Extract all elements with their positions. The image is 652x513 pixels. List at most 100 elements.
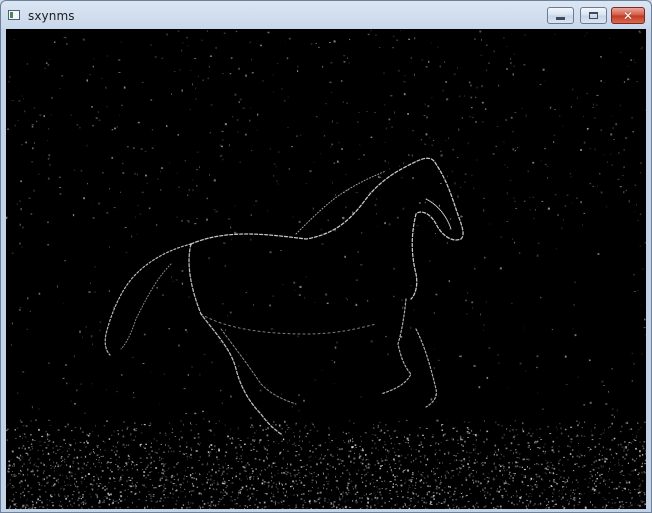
title-bar[interactable]: sxynms ✕ <box>1 1 651 29</box>
ground-speckle <box>394 504 397 506</box>
ground-speckle <box>531 486 533 488</box>
ground-speckle <box>375 447 377 449</box>
ground-speckle <box>379 467 382 470</box>
edge-speckle <box>340 80 343 82</box>
ground-speckle <box>167 479 169 481</box>
ground-speckle <box>82 431 84 433</box>
ground-speckle <box>18 447 20 449</box>
ground-speckle <box>499 485 501 488</box>
ground-speckle <box>622 456 624 458</box>
ground-speckle <box>165 476 168 478</box>
ground-speckle <box>527 485 529 487</box>
ground-speckle <box>475 504 477 506</box>
ground-speckle <box>503 434 505 436</box>
close-button[interactable]: ✕ <box>611 7 645 24</box>
ground-speckle <box>116 500 118 502</box>
edge-speckle <box>225 329 226 332</box>
ground-speckle <box>59 449 61 450</box>
edge-speckle <box>257 113 259 116</box>
ground-speckle <box>16 427 19 429</box>
edge-speckle <box>288 168 291 170</box>
ground-speckle <box>412 484 414 486</box>
ground-speckle <box>408 479 411 481</box>
app-window-icon[interactable] <box>8 10 20 20</box>
ground-speckle <box>386 430 389 432</box>
ground-speckle <box>470 493 472 494</box>
edge-speckle <box>596 94 599 96</box>
ground-speckle <box>327 449 329 451</box>
edge-speckle <box>592 185 594 187</box>
edge-speckle <box>608 391 609 393</box>
ground-speckle <box>13 475 16 477</box>
ground-speckle <box>605 458 607 460</box>
ground-speckle <box>91 506 93 508</box>
ground-speckle <box>118 456 120 458</box>
edge-speckle <box>97 111 99 114</box>
ground-speckle <box>527 446 530 449</box>
ground-speckle <box>253 478 254 480</box>
edge-speckle <box>178 186 180 188</box>
ground-speckle <box>190 424 193 426</box>
minimize-button[interactable] <box>547 7 574 24</box>
ground-speckle <box>544 472 546 474</box>
ground-speckle <box>621 470 623 472</box>
ground-speckle <box>36 469 39 472</box>
ground-speckle <box>568 476 570 479</box>
ground-speckle <box>159 459 161 461</box>
ground-speckle <box>187 458 188 460</box>
ground-speckle <box>136 506 138 508</box>
edge-speckle <box>594 117 596 119</box>
ground-speckle <box>620 473 622 475</box>
edge-speckle <box>630 59 632 61</box>
ground-speckle <box>222 496 223 497</box>
ground-speckle <box>396 503 398 505</box>
ground-speckle <box>153 487 155 489</box>
ground-speckle <box>99 483 102 485</box>
ground-speckle <box>252 487 255 490</box>
ground-speckle <box>240 446 242 448</box>
edge-speckle <box>433 348 435 350</box>
ground-speckle <box>290 475 292 477</box>
ground-speckle <box>220 491 222 493</box>
ground-speckle <box>400 464 402 466</box>
ground-speckle <box>406 497 409 499</box>
ground-speckle <box>450 477 452 479</box>
ground-speckle <box>414 488 417 489</box>
ground-speckle <box>254 504 256 506</box>
ground-speckle <box>35 465 37 468</box>
ground-speckle <box>535 486 538 488</box>
edge-speckle <box>511 131 514 133</box>
ground-speckle <box>146 457 148 459</box>
ground-speckle <box>127 444 130 446</box>
ground-speckle <box>256 490 258 491</box>
ground-speckle <box>246 475 248 478</box>
ground-speckle <box>467 437 470 438</box>
edge-speckle <box>23 98 25 100</box>
edge-speckle <box>70 114 72 116</box>
ground-speckle <box>106 495 108 498</box>
edge-speckle <box>133 397 135 398</box>
ground-speckle <box>359 445 362 447</box>
edge-speckle <box>402 306 404 309</box>
ground-speckle <box>39 489 41 491</box>
ground-speckle <box>327 463 329 465</box>
ground-speckle <box>467 463 469 465</box>
edge-speckle <box>293 281 296 284</box>
ground-speckle <box>408 507 410 509</box>
edge-speckle <box>151 129 153 131</box>
edge-speckle <box>536 366 538 369</box>
edge-speckle <box>36 120 38 123</box>
edge-speckle <box>24 110 26 113</box>
ground-speckle <box>626 421 629 423</box>
ground-speckle <box>570 438 573 440</box>
ground-speckle <box>503 470 505 472</box>
ground-speckle <box>549 480 551 482</box>
edge-speckle <box>19 242 21 245</box>
edge-speckle <box>486 376 489 379</box>
ground-speckle <box>21 456 24 457</box>
ground-speckle <box>37 458 40 460</box>
ground-speckle <box>436 503 438 505</box>
maximize-button[interactable] <box>580 7 607 24</box>
ground-speckle <box>420 441 422 443</box>
ground-speckle <box>548 501 550 503</box>
